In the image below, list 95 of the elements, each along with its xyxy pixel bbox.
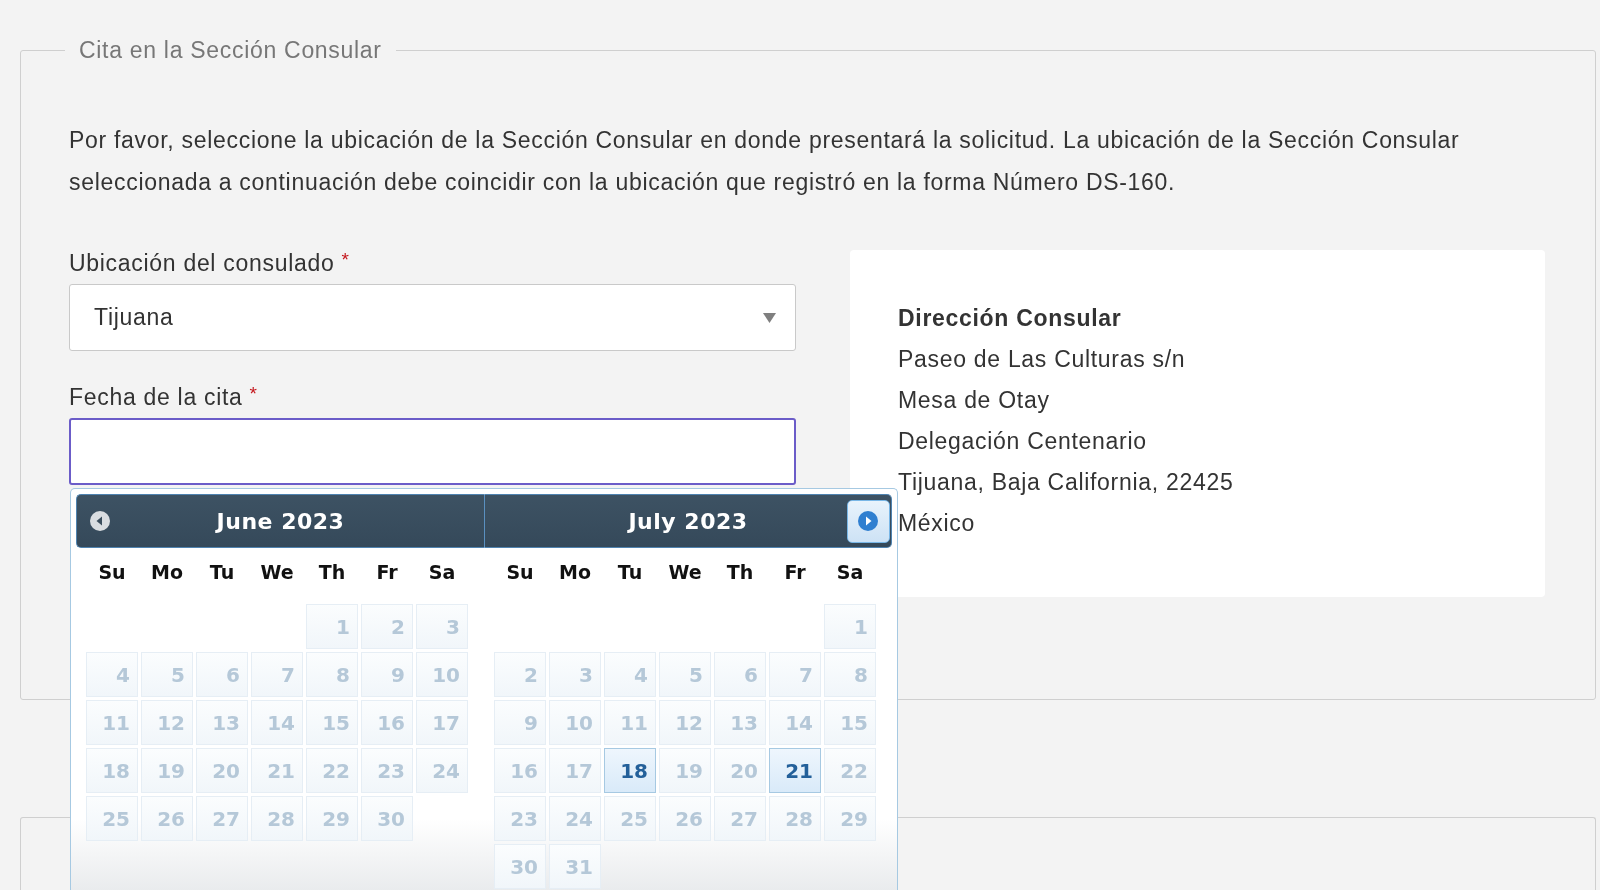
next-month-button[interactable] — [846, 499, 890, 543]
calendar-day: 20 — [714, 748, 766, 793]
calendar-day: 2 — [494, 652, 546, 697]
field-label: Ubicación del consulado — [69, 250, 335, 276]
calendar-day: 29 — [306, 796, 358, 841]
calendar-day: 16 — [494, 748, 546, 793]
month-title: July 2023 — [626, 508, 749, 534]
calendar-day: 28 — [251, 796, 303, 841]
required-asterisk: * — [341, 250, 350, 270]
calendar-day: 16 — [361, 700, 413, 745]
weekday-label: Fr — [783, 561, 807, 583]
calendar-day: 4 — [604, 652, 656, 697]
address-line: Mesa de Otay — [898, 386, 1051, 415]
weekday-label: Sa — [835, 561, 865, 583]
calendar-day: 10 — [549, 700, 601, 745]
calendar-day: 7 — [769, 652, 821, 697]
weekday-label: Tu — [616, 561, 644, 583]
calendar-day: 15 — [306, 700, 358, 745]
weekday-label: Th — [317, 561, 347, 583]
calendar-day: 14 — [769, 700, 821, 745]
address-line: Paseo de Las Culturas s/n — [898, 345, 1187, 374]
address-line: México — [898, 509, 977, 538]
weekday-label: Th — [725, 561, 755, 583]
calendar-day: 4 — [86, 652, 138, 697]
weekday-label: Mo — [558, 561, 592, 583]
calendar-day: 19 — [659, 748, 711, 793]
calendar-day: 29 — [824, 796, 876, 841]
calendar-day: 17 — [416, 700, 468, 745]
calendar-day: 26 — [141, 796, 193, 841]
calendar-day: 8 — [306, 652, 358, 697]
field-label: Fecha de la cita — [69, 384, 243, 410]
required-asterisk: * — [249, 384, 258, 404]
weekday-label: Su — [505, 561, 535, 583]
calendar-day: 17 — [549, 748, 601, 793]
weekday-label: Su — [97, 561, 127, 583]
calendar-day: 9 — [494, 700, 546, 745]
calendar-day: 12 — [659, 700, 711, 745]
calendar-day: 8 — [824, 652, 876, 697]
calendar-day: 3 — [416, 604, 468, 649]
calendar-day: 19 — [141, 748, 193, 793]
weekday-label: Sa — [427, 561, 457, 583]
calendar-day: 31 — [549, 844, 601, 889]
calendar-day: 5 — [659, 652, 711, 697]
calendar-day: 7 — [251, 652, 303, 697]
calendar-day: 6 — [714, 652, 766, 697]
weekday-label: Fr — [375, 561, 399, 583]
calendar-day: 25 — [604, 796, 656, 841]
calendar-day: 26 — [659, 796, 711, 841]
calendar-day: 11 — [86, 700, 138, 745]
calendar-day: 1 — [306, 604, 358, 649]
weekday-label: We — [667, 561, 703, 583]
month-title: June 2023 — [214, 508, 346, 534]
left-arrow-circle-icon — [90, 511, 110, 531]
consulate-select[interactable]: Tijuana — [69, 284, 796, 351]
calendar-day: 3 — [549, 652, 601, 697]
calendar-day: 23 — [494, 796, 546, 841]
calendar-day: 28 — [769, 796, 821, 841]
address-line: Delegación Centenario — [898, 427, 1148, 456]
calendar-day: 1 — [824, 604, 876, 649]
right-arrow-circle-icon — [858, 511, 878, 531]
address-title: Dirección Consular — [898, 304, 1123, 333]
calendar-day: 22 — [824, 748, 876, 793]
calendar-day[interactable]: 18 — [604, 748, 656, 793]
calendar-day: 5 — [141, 652, 193, 697]
calendar-day: 13 — [196, 700, 248, 745]
calendar-day: 30 — [361, 796, 413, 841]
calendar-day: 25 — [86, 796, 138, 841]
calendar-day: 22 — [306, 748, 358, 793]
calendar-day: 14 — [251, 700, 303, 745]
caret-icon — [763, 312, 776, 323]
calendar-day: 13 — [714, 700, 766, 745]
weekday-label: Mo — [150, 561, 184, 583]
calendar-day: 27 — [714, 796, 766, 841]
calendar-day: 21 — [251, 748, 303, 793]
calendar-day: 11 — [604, 700, 656, 745]
address-line: Tijuana, Baja California, 22425 — [898, 468, 1235, 497]
calendar-day: 18 — [86, 748, 138, 793]
calendar-day: 10 — [416, 652, 468, 697]
calendar-day: 20 — [196, 748, 248, 793]
calendar-day: 30 — [494, 844, 546, 889]
calendar-day: 24 — [549, 796, 601, 841]
date-input[interactable] — [69, 418, 796, 485]
calendar-day: 2 — [361, 604, 413, 649]
weekday-label: We — [259, 561, 295, 583]
weekday-label: Tu — [208, 561, 236, 583]
calendar-day: 23 — [361, 748, 413, 793]
calendar-day: 9 — [361, 652, 413, 697]
calendar-day: 6 — [196, 652, 248, 697]
calendar-day: 24 — [416, 748, 468, 793]
calendar-day[interactable]: 21 — [769, 748, 821, 793]
section-legend: Cita en la Sección Consular — [65, 37, 396, 63]
instructions-text: Por favor, seleccione la ubicación de la Sección Consular en donde presentará la solicitud. La ubicación de la Sección Consular seleccionada a continuación debe coincidir con la ubicación que registró en la forma Número DS-160. — [69, 126, 1461, 197]
calendar-day: 27 — [196, 796, 248, 841]
calendar-day: 15 — [824, 700, 876, 745]
calendar-day: 12 — [141, 700, 193, 745]
